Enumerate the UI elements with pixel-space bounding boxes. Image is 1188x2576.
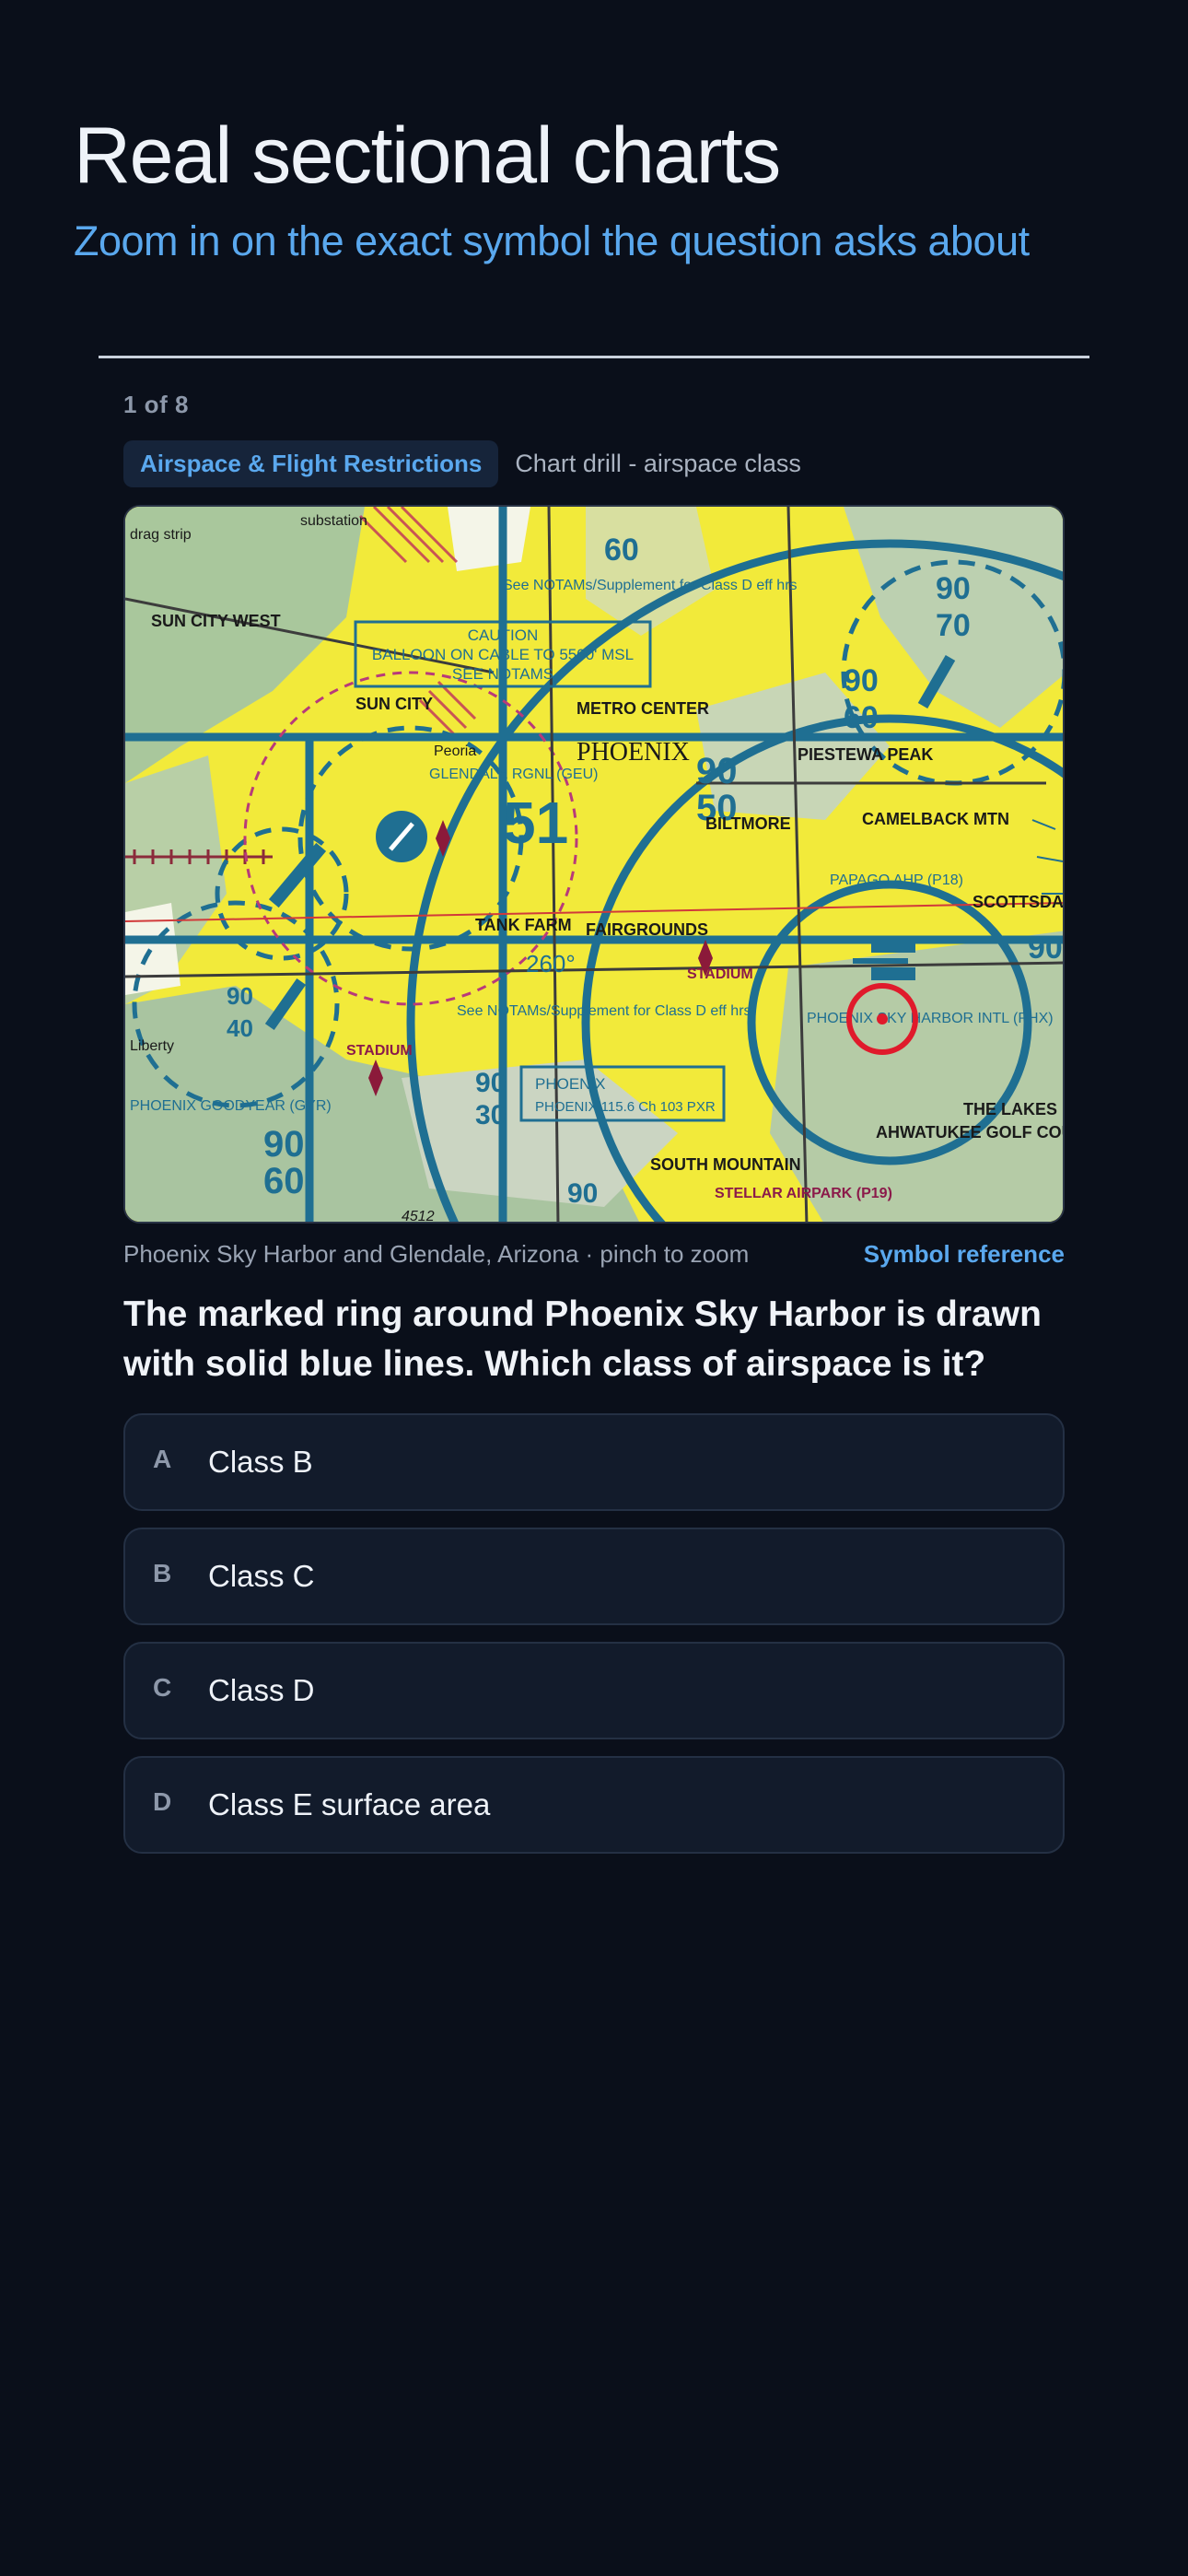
svg-text:90: 90 xyxy=(936,571,971,606)
svg-text:SUN CITY: SUN CITY xyxy=(355,695,433,713)
svg-text:Liberty: Liberty xyxy=(130,1038,174,1054)
sectional-chart[interactable]: 51 60 90 50 90 60 90 70 90 40 90 60 90 3… xyxy=(123,505,1065,1224)
symbol-reference-link[interactable]: Symbol reference xyxy=(864,1240,1065,1269)
chart-caption: Phoenix Sky Harbor and Glendale, Arizona… xyxy=(123,1240,750,1268)
svg-text:PIESTEWA PEAK: PIESTEWA PEAK xyxy=(798,745,933,764)
option-letter: D xyxy=(153,1787,172,1816)
svg-text:STELLAR AIRPARK (P19): STELLAR AIRPARK (P19) xyxy=(715,1186,892,1201)
svg-text:drag strip: drag strip xyxy=(130,527,192,543)
option-text: Class B xyxy=(208,1445,313,1479)
svg-text:SEE NOTAMS: SEE NOTAMS xyxy=(452,665,553,683)
page-title: Real sectional charts xyxy=(74,111,781,200)
answer-option-c[interactable]: C Class D xyxy=(123,1642,1065,1739)
drill-type-label: Chart drill - airspace class xyxy=(515,450,801,477)
option-text: Class C xyxy=(208,1559,315,1593)
svg-text:PHOENIX: PHOENIX xyxy=(577,738,690,767)
svg-text:4512: 4512 xyxy=(402,1209,435,1224)
answer-option-a[interactable]: A Class B xyxy=(123,1413,1065,1511)
option-letter: A xyxy=(153,1445,172,1473)
svg-text:CAMELBACK MTN: CAMELBACK MTN xyxy=(862,810,1009,828)
divider xyxy=(99,356,1089,358)
svg-text:90: 90 xyxy=(227,982,253,1010)
svg-text:BALLOON ON CABLE TO 5500' MSL: BALLOON ON CABLE TO 5500' MSL xyxy=(372,646,634,663)
svg-text:TANK FARM: TANK FARM xyxy=(475,916,572,934)
page-subtitle: Zoom in on the exact symbol the question… xyxy=(74,217,1030,264)
tag-row: Airspace & Flight Restrictions Chart dri… xyxy=(123,440,801,487)
answer-option-d[interactable]: D Class E surface area xyxy=(123,1756,1065,1854)
option-letter: C xyxy=(153,1673,172,1702)
svg-text:STADIUM: STADIUM xyxy=(687,966,753,982)
svg-text:60: 60 xyxy=(604,533,639,568)
svg-text:90: 90 xyxy=(1028,931,1063,966)
svg-text:GLENDALE RGNL (GEU): GLENDALE RGNL (GEU) xyxy=(429,767,598,782)
svg-text:CAUTION: CAUTION xyxy=(468,626,539,644)
svg-text:Peoria: Peoria xyxy=(434,744,476,759)
svg-text:AHWATUKEE GOLF COURSE: AHWATUKEE GOLF COURSE xyxy=(876,1123,1065,1142)
question-text: The marked ring around Phoenix Sky Harbo… xyxy=(123,1294,1042,1384)
svg-text:SCOTTSDALE: SCOTTSDALE xyxy=(973,893,1065,911)
svg-text:THE LAKES: THE LAKES xyxy=(963,1100,1057,1118)
svg-text:SUN CITY WEST: SUN CITY WEST xyxy=(151,612,281,630)
svg-text:FAIRGROUNDS: FAIRGROUNDS xyxy=(586,920,708,939)
svg-text:60: 60 xyxy=(844,700,879,735)
sectional-chart-image: 51 60 90 50 90 60 90 70 90 40 90 60 90 3… xyxy=(125,507,1065,1224)
svg-text:METRO CENTER: METRO CENTER xyxy=(577,699,709,718)
svg-text:SOUTH MOUNTAIN: SOUTH MOUNTAIN xyxy=(650,1155,801,1174)
svg-text:PHOENIX SKY HARBOR INTL (PHX): PHOENIX SKY HARBOR INTL (PHX) xyxy=(807,1011,1054,1026)
svg-text:70: 70 xyxy=(936,608,971,643)
progress-counter: 1 of 8 xyxy=(123,391,189,418)
option-text: Class D xyxy=(208,1673,315,1707)
svg-text:90: 90 xyxy=(475,1068,506,1098)
svg-text:51: 51 xyxy=(503,790,568,856)
svg-text:BILTMORE: BILTMORE xyxy=(705,814,791,833)
category-chip: Airspace & Flight Restrictions xyxy=(123,440,499,487)
svg-text:40: 40 xyxy=(227,1014,253,1042)
svg-text:PHOENIX GOODYEAR (GYR): PHOENIX GOODYEAR (GYR) xyxy=(130,1098,332,1114)
svg-text:STADIUM: STADIUM xyxy=(346,1043,413,1059)
svg-text:60: 60 xyxy=(263,1161,305,1201)
svg-text:See NOTAMs/Supplement for Clas: See NOTAMs/Supplement for Class D eff hr… xyxy=(503,578,798,593)
answer-options: A Class B B Class C C Class D D Class E … xyxy=(123,1413,1065,1870)
svg-text:30: 30 xyxy=(475,1100,506,1130)
svg-text:90: 90 xyxy=(844,663,879,698)
option-text: Class E surface area xyxy=(208,1787,491,1821)
svg-text:substation: substation xyxy=(300,513,367,529)
svg-text:260°: 260° xyxy=(526,950,576,978)
svg-text:PHOENIX 115.6 Ch 103 PXR: PHOENIX 115.6 Ch 103 PXR xyxy=(535,1099,716,1115)
svg-text:See NOTAMs/Supplement for Clas: See NOTAMs/Supplement for Class D eff hr… xyxy=(457,1003,751,1019)
answer-option-b[interactable]: B Class C xyxy=(123,1528,1065,1625)
svg-text:90: 90 xyxy=(567,1178,598,1209)
option-letter: B xyxy=(153,1559,172,1587)
svg-text:PHOENIX: PHOENIX xyxy=(535,1075,606,1093)
svg-text:90: 90 xyxy=(696,751,738,791)
svg-text:PAPAGO AHP (P18): PAPAGO AHP (P18) xyxy=(830,872,963,888)
svg-text:90: 90 xyxy=(263,1124,305,1165)
